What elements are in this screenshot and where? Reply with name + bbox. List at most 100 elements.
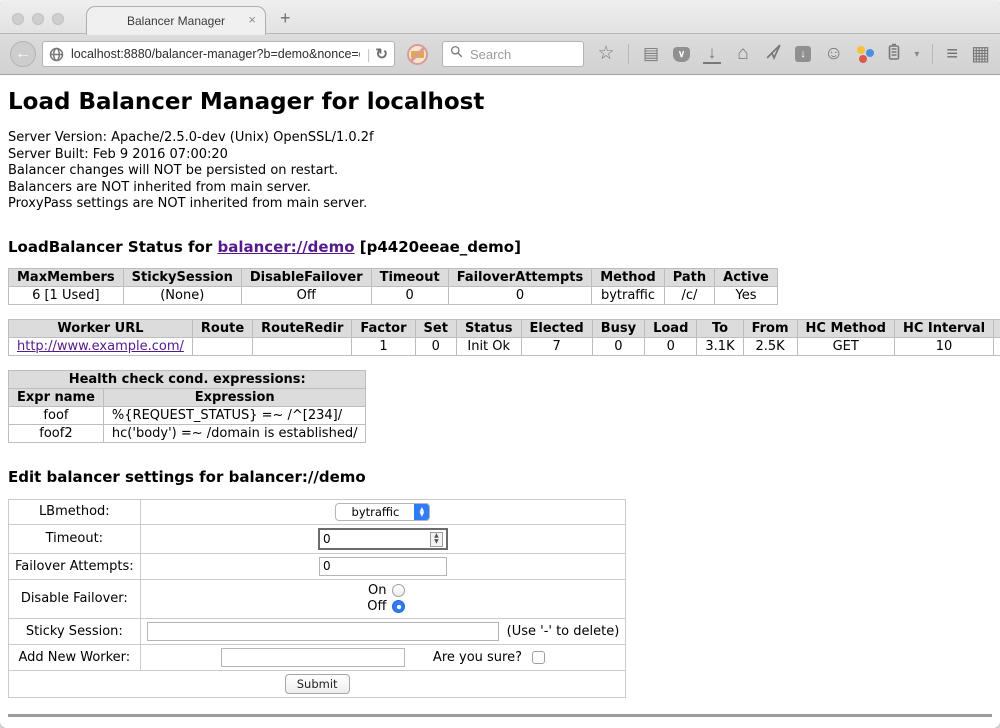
add-worker-label: Add New Worker:	[9, 644, 141, 670]
select-stepper-icon: ▲▼	[414, 503, 429, 521]
edit-settings-heading: Edit balancer settings for balancer://de…	[8, 468, 992, 486]
reading-list-icon[interactable]: ▤	[642, 45, 660, 63]
col-hc-interval: HC Interval	[894, 319, 993, 337]
load-value: 0	[645, 337, 697, 355]
disable-failover-on-radio[interactable]	[392, 584, 405, 597]
passes-value: 1 (0)	[994, 337, 1000, 355]
failover-attempts-input[interactable]	[319, 557, 447, 576]
window-controls	[12, 13, 64, 25]
search-icon	[450, 45, 463, 63]
off-label: Off	[360, 599, 386, 615]
col-maxmembers: MaxMembers	[9, 268, 124, 286]
balancer-table-header-row: MaxMembers StickySession DisableFailover…	[9, 268, 778, 286]
hc-interval-value: 10	[894, 337, 993, 355]
bookmark-star-icon[interactable]: ☆	[597, 45, 615, 63]
add-worker-input[interactable]	[221, 648, 405, 667]
are-you-sure-label: Are you sure?	[433, 650, 522, 665]
sticky-session-label: Sticky Session:	[9, 618, 141, 644]
reload-icon[interactable]: ↻	[375, 45, 388, 63]
col-failoverattempts: FailoverAttempts	[448, 268, 592, 286]
balancer-link[interactable]: balancer://demo	[217, 238, 354, 256]
zoom-window-button[interactable]	[52, 13, 64, 25]
health-table-row: foof2 hc('body') =~ /domain is establish…	[9, 424, 366, 442]
lbmethod-select[interactable]: bytraffic ▲▼	[335, 503, 430, 521]
worker-url-link[interactable]: http://www.example.com/	[17, 339, 184, 354]
col-worker-url: Worker URL	[9, 319, 193, 337]
url-input[interactable]	[69, 46, 362, 62]
status-heading-suffix: [p4420eeae_demo]	[355, 238, 521, 256]
method-value: bytraffic	[592, 286, 664, 304]
globe-icon[interactable]	[49, 47, 64, 62]
url-bar[interactable]: | ↻	[42, 41, 395, 67]
col-path: Path	[664, 268, 714, 286]
search-input[interactable]	[468, 46, 576, 63]
col-expression: Expression	[103, 388, 366, 406]
status-heading-prefix: LoadBalancer Status for	[8, 238, 217, 256]
disable-failover-off-radio[interactable]	[392, 600, 405, 613]
expr-name-value: foof	[9, 406, 104, 424]
sticky-session-row: Sticky Session: (Use '-' to delete)	[9, 618, 626, 644]
route-value	[192, 337, 252, 355]
are-you-sure-checkbox[interactable]	[532, 651, 545, 664]
col-route: Route	[192, 319, 252, 337]
close-window-button[interactable]	[12, 13, 24, 25]
lbmethod-label: LBmethod:	[9, 499, 141, 524]
overflow-caret-icon[interactable]: ▾	[914, 49, 919, 60]
set-value: 0	[415, 337, 456, 355]
balancer-table-row: 6 [1 Used] (None) Off 0 0 bytraffic /c/ …	[9, 286, 778, 304]
active-value: Yes	[715, 286, 778, 304]
home-icon[interactable]: ⌂	[734, 45, 752, 63]
battery-icon[interactable]	[887, 43, 901, 66]
on-label: On	[360, 583, 386, 599]
col-to: To	[697, 319, 743, 337]
save-page-icon[interactable]: ↓	[795, 46, 811, 62]
page-content: Load Balancer Manager for localhost Serv…	[0, 75, 1000, 728]
submit-button[interactable]: Submit	[285, 674, 350, 694]
toolbar-divider	[628, 44, 629, 64]
search-bar[interactable]	[442, 41, 584, 67]
apps-grid-icon[interactable]: ▦	[971, 45, 990, 63]
add-worker-row: Add New Worker: Are you sure?	[9, 644, 626, 670]
title-bar: Balancer Manager × +	[0, 0, 1000, 34]
toolbar-divider	[932, 44, 933, 64]
downloads-icon[interactable]: ↓	[703, 44, 721, 64]
col-timeout: Timeout	[371, 268, 448, 286]
tab-close-icon[interactable]: ×	[248, 13, 256, 27]
feedback-smiley-icon[interactable]: ☺	[824, 45, 843, 63]
new-tab-button[interactable]: +	[280, 8, 291, 29]
worker-table: Worker URL Route RouteRedir Factor Set S…	[8, 319, 1000, 356]
persist-notice-line: Balancer changes will NOT be persisted o…	[8, 163, 992, 180]
timeout-input[interactable]	[318, 528, 448, 550]
health-table-header-row: Expr name Expression	[9, 388, 366, 406]
number-stepper-icon[interactable]: ▲▼	[430, 532, 443, 547]
col-active: Active	[715, 268, 778, 286]
worker-table-header-row: Worker URL Route RouteRedir Factor Set S…	[9, 319, 1000, 337]
stickysession-value: (None)	[123, 286, 241, 304]
disablefailover-value: Off	[241, 286, 371, 304]
minimize-window-button[interactable]	[32, 13, 44, 25]
menu-hamburger-icon[interactable]: ≡	[946, 43, 958, 66]
send-tab-icon[interactable]	[765, 43, 782, 65]
testpilot-dots-icon[interactable]	[856, 45, 874, 63]
lbmethod-row: LBmethod: bytraffic ▲▼	[9, 499, 626, 524]
sticky-session-input[interactable]	[147, 622, 499, 641]
col-set: Set	[415, 319, 456, 337]
blocked-plugin-icon[interactable]	[407, 44, 428, 65]
toolbar-icons: ☆ ▤ ∨ ↓ ⌂ ↓ ☺ ▾ ≡ ▦	[597, 43, 990, 66]
col-routeredir: RouteRedir	[253, 319, 352, 337]
browser-tab[interactable]: Balancer Manager ×	[86, 6, 266, 35]
health-check-table: Health check cond. expressions: Expr nam…	[8, 370, 366, 443]
failoverattempts-value: 0	[448, 286, 592, 304]
inherit-notice-line: Balancers are NOT inherited from main se…	[8, 180, 992, 197]
timeout-label: Timeout:	[9, 524, 141, 553]
expr-name-value: foof2	[9, 424, 104, 442]
back-button[interactable]: ←	[10, 41, 36, 67]
navigation-toolbar: ← | ↻ ☆ ▤ ∨ ↓ ⌂ ↓ ☺	[0, 34, 1000, 75]
page-title: Load Balancer Manager for localhost	[8, 89, 992, 115]
col-status: Status	[456, 319, 521, 337]
worker-table-row: http://www.example.com/ 1 0 Init Ok 7 0 …	[9, 337, 1000, 355]
path-value: /c/	[664, 286, 714, 304]
col-elected: Elected	[521, 319, 592, 337]
server-version-line: Server Version: Apache/2.5.0-dev (Unix) …	[8, 130, 992, 147]
pocket-icon[interactable]: ∨	[673, 47, 690, 62]
